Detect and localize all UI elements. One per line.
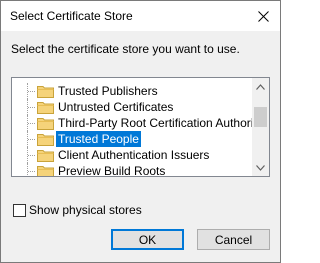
dialog-title: Select Certificate Store	[10, 9, 133, 23]
show-physical-stores-label[interactable]: Show physical stores	[29, 203, 142, 217]
tree-item-label[interactable]: Third-Party Root Certification Authoriti…	[56, 115, 269, 131]
folder-icon	[37, 84, 54, 98]
vertical-scrollbar[interactable]	[252, 78, 269, 176]
cancel-button[interactable]: Cancel	[197, 229, 270, 250]
tree-item-label[interactable]: Client Authentication Issuers	[56, 147, 211, 163]
store-list: Trusted Publishers Untrusted Certificates…	[12, 83, 269, 176]
close-icon	[257, 10, 269, 22]
tree-connector-line	[28, 123, 35, 124]
scrollbar-thumb[interactable]	[254, 107, 267, 127]
tree-connector-line	[28, 91, 35, 92]
folder-icon	[37, 164, 54, 176]
show-physical-stores-checkbox[interactable]	[13, 204, 26, 217]
tree-item-label[interactable]: Preview Build Roots	[56, 163, 167, 176]
close-button[interactable]	[246, 1, 280, 31]
tree-connector-line	[28, 171, 35, 172]
tree-item[interactable]: Untrusted Certificates	[12, 99, 252, 115]
folder-icon	[37, 132, 54, 146]
tree-item[interactable]: Preview Build Roots	[12, 163, 252, 176]
instruction-text: Select the certificate store you want to…	[11, 42, 240, 56]
certificate-store-tree[interactable]: Trusted Publishers Untrusted Certificates…	[11, 77, 270, 177]
folder-icon	[37, 148, 54, 162]
ok-button[interactable]: OK	[111, 229, 184, 250]
tree-connector-line	[28, 107, 35, 108]
tree-item[interactable]: Trusted People	[12, 131, 252, 147]
scroll-down-button[interactable]	[252, 159, 269, 176]
title-bar: Select Certificate Store	[1, 1, 280, 31]
tree-connector-line	[28, 139, 35, 140]
scroll-up-button[interactable]	[252, 78, 269, 95]
tree-connector-line	[28, 155, 35, 156]
tree-connector-line	[27, 163, 28, 176]
select-certificate-store-dialog: Select Certificate Store Select the cert…	[0, 0, 281, 263]
scroll-down-arrow-icon	[256, 164, 265, 171]
tree-item-label[interactable]: Untrusted Certificates	[56, 99, 175, 115]
tree-item-label[interactable]: Trusted People	[56, 131, 141, 147]
tree-item[interactable]: Client Authentication Issuers	[12, 147, 252, 163]
scroll-up-arrow-icon	[256, 83, 265, 90]
tree-item[interactable]: Third-Party Root Certification Authoriti…	[12, 115, 269, 131]
folder-icon	[37, 100, 54, 114]
tree-item[interactable]: Trusted Publishers	[12, 83, 252, 99]
folder-icon	[37, 116, 54, 130]
tree-item-label[interactable]: Trusted Publishers	[56, 83, 160, 99]
